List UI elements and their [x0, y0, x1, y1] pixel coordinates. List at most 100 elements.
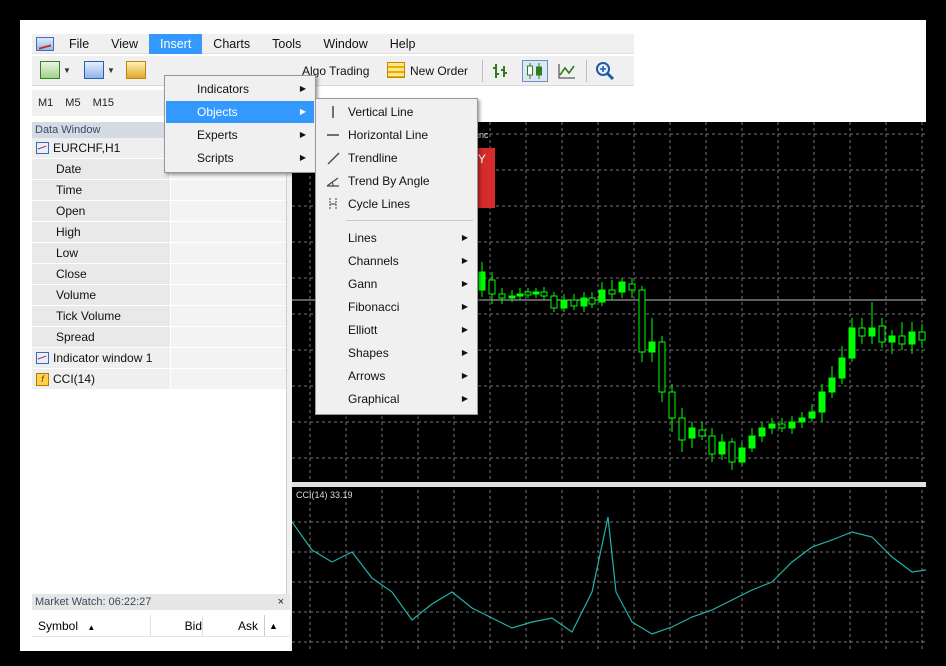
menu-item-cycle-lines[interactable]: Cycle Lines [317, 193, 476, 215]
timeframe-m15[interactable]: M15 [87, 97, 120, 109]
chart-icon [36, 142, 49, 154]
candle-body [648, 341, 656, 353]
candle-body [708, 435, 716, 455]
market-watch-panel: Market Watch: 06:22:27 × Symbol ▲ Bid As… [32, 594, 290, 651]
menu-item-trend-by-angle[interactable]: Trend By Angle [317, 170, 476, 192]
menu-item-objects[interactable]: Objects ▶ [166, 101, 314, 123]
toolbar-empty-area [634, 34, 926, 120]
menu-charts[interactable]: Charts [202, 34, 261, 54]
candle-body [758, 427, 766, 437]
menu-item-horizontal-line[interactable]: Horizontal Line [317, 124, 476, 146]
menu-item-lines[interactable]: Lines ▶ [317, 227, 476, 249]
data-row-label: Close [32, 264, 170, 284]
chart-icon [36, 352, 49, 364]
menu-insert[interactable]: Insert [149, 33, 203, 54]
scroll-up-icon[interactable]: ▲ [264, 615, 282, 636]
candle-body [658, 341, 666, 393]
menu-item-shapes[interactable]: Shapes ▶ [317, 342, 476, 364]
candle-body [540, 291, 548, 297]
candle-body [608, 289, 616, 295]
market-watch-icon[interactable] [126, 61, 146, 79]
menu-separator [346, 220, 473, 221]
candle-body [798, 417, 806, 423]
trend-angle-icon [326, 177, 339, 187]
chevron-right-icon: ▶ [461, 302, 468, 311]
data-row-label: Date [32, 159, 170, 179]
data-row-label: Tick Volume [32, 306, 170, 326]
col-symbol[interactable]: Symbol ▲ [32, 615, 150, 636]
menu-view[interactable]: View [100, 34, 149, 54]
chevron-right-icon: ▶ [461, 233, 468, 242]
menu-item-label: Arrows [348, 369, 386, 383]
candle-body [738, 447, 746, 463]
cci-indicator-label: CCI(14) 33.19 [296, 490, 353, 500]
timeframe-m1[interactable]: M1 [32, 97, 59, 109]
menu-tools[interactable]: Tools [261, 34, 312, 54]
chevron-right-icon: ▶ [299, 84, 306, 93]
menu-item-arrows[interactable]: Arrows ▶ [317, 365, 476, 387]
bar-chart-icon [493, 64, 507, 78]
candle-body [858, 327, 866, 337]
chevron-right-icon: ▶ [461, 256, 468, 265]
candle-body [570, 299, 578, 307]
chevron-down-icon[interactable]: ▼ [63, 66, 71, 75]
menu-item-label: Scripts [197, 151, 234, 165]
zoom-in-button[interactable] [592, 60, 618, 82]
cci-row[interactable]: f CCI(14) [32, 369, 286, 390]
subwindow-separator [292, 482, 926, 487]
candle-body [516, 293, 524, 297]
menu-bar: File View Insert Charts Tools Window Hel… [32, 33, 634, 54]
toolbar: ▼ ▼ Algo Trading New Order [32, 56, 634, 86]
new-chart-icon[interactable] [40, 61, 60, 79]
indicator-window-row[interactable]: Indicator window 1 [32, 348, 286, 369]
candle-body [878, 325, 886, 343]
candle-body [698, 429, 706, 437]
app-chart-icon[interactable] [36, 36, 54, 51]
candlestick-icon [527, 63, 542, 79]
close-icon[interactable]: × [278, 594, 284, 610]
menu-item-graphical[interactable]: Graphical ▶ [317, 388, 476, 410]
horizontal-line-icon [327, 134, 339, 136]
timeframe-m5[interactable]: M5 [59, 97, 86, 109]
chevron-right-icon: ▶ [461, 325, 468, 334]
menu-window[interactable]: Window [312, 34, 378, 54]
menu-help[interactable]: Help [379, 34, 427, 54]
menu-item-fibonacci[interactable]: Fibonacci ▶ [317, 296, 476, 318]
col-ask[interactable]: Ask [202, 615, 264, 636]
candle-body [868, 327, 876, 337]
chevron-down-icon[interactable]: ▼ [107, 66, 115, 75]
sort-up-icon: ▲ [87, 623, 96, 632]
menu-item-label: Vertical Line [348, 105, 414, 119]
col-bid[interactable]: Bid [150, 615, 202, 636]
profiles-icon[interactable] [84, 61, 104, 79]
menu-item-label: Cycle Lines [348, 197, 411, 211]
chevron-right-icon: ▶ [299, 153, 306, 162]
candle-body [898, 335, 906, 345]
menu-item-gann[interactable]: Gann ▶ [317, 273, 476, 295]
candle-body [598, 289, 606, 303]
menu-item-scripts[interactable]: Scripts ▶ [166, 147, 314, 169]
data-row-label: Open [32, 201, 170, 221]
line-chart-button[interactable] [554, 60, 580, 82]
candlestick-button[interactable] [522, 60, 548, 82]
menu-item-label: Graphical [348, 392, 400, 406]
indicator-window-label: Indicator window 1 [53, 350, 153, 365]
data-row-volume: Volume [32, 285, 286, 306]
menu-file[interactable]: File [58, 34, 100, 54]
menu-item-trendline[interactable]: Trendline [317, 147, 476, 169]
toolbar-separator [482, 60, 483, 82]
new-order-button[interactable]: New Order [410, 64, 468, 78]
market-watch-title-text: Market Watch: 06:22:27 [35, 596, 152, 608]
menu-item-vertical-line[interactable]: Vertical Line [317, 101, 476, 123]
menu-item-indicators[interactable]: Indicators ▶ [166, 78, 314, 100]
menu-item-elliott[interactable]: Elliott ▶ [317, 319, 476, 341]
menu-item-experts[interactable]: Experts ▶ [166, 124, 314, 146]
data-window: Data Window EURCHF,H1 Date Time Open Hig… [32, 122, 286, 592]
menu-item-channels[interactable]: Channels ▶ [317, 250, 476, 272]
candle-body [668, 391, 676, 419]
candle-body [638, 289, 646, 353]
data-row-open: Open [32, 201, 286, 222]
menu-item-label: Gann [348, 277, 378, 291]
new-order-icon[interactable] [387, 62, 405, 78]
bar-chart-button[interactable] [488, 60, 514, 82]
